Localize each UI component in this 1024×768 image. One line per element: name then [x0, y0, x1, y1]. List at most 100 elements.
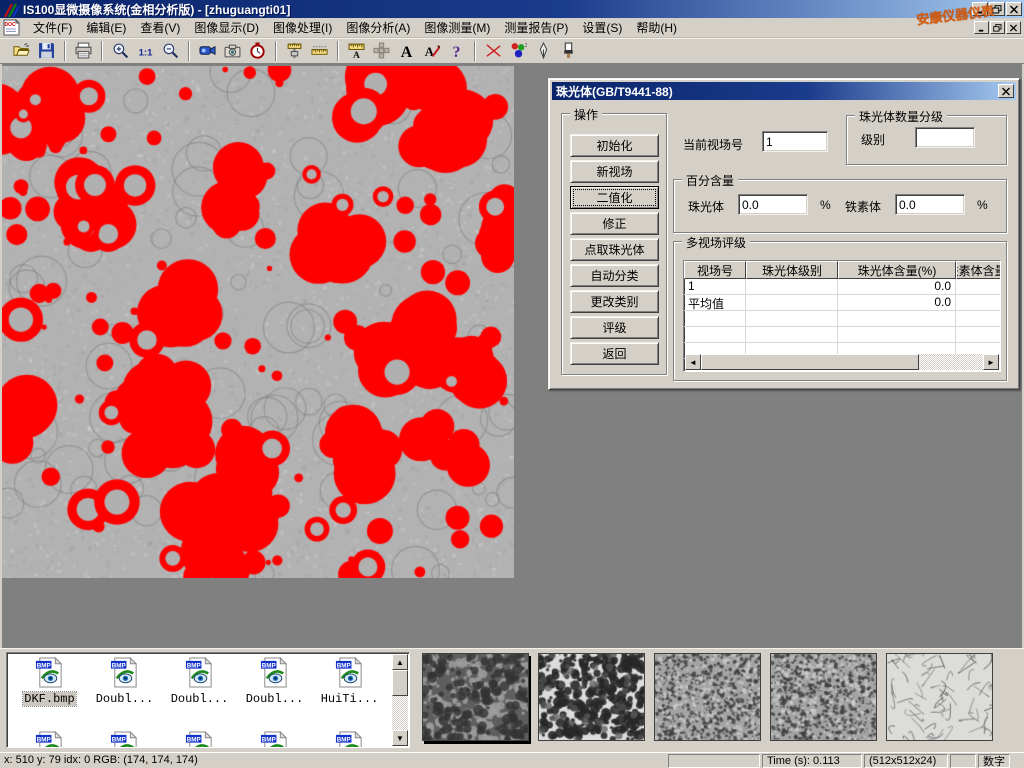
- file-item-5[interactable]: BMPHuiTi...: [313, 657, 386, 706]
- current-field-label: 当前视场号: [683, 136, 743, 153]
- classify-icon[interactable]: 3: [506, 40, 531, 62]
- camera-icon[interactable]: [220, 40, 245, 62]
- save-icon[interactable]: [34, 40, 59, 62]
- toolbar-group-4: [190, 40, 275, 62]
- table-cell: [956, 279, 1001, 294]
- bmp-file-icon: BMP: [34, 677, 65, 691]
- thumbnail-4[interactable]: [770, 653, 877, 741]
- table-horizontal-scrollbar[interactable]: ◄ ►: [685, 354, 999, 370]
- mdi-close-button[interactable]: [1006, 21, 1021, 34]
- mdi-restore-button[interactable]: [990, 21, 1005, 34]
- thumbnail-3[interactable]: [654, 653, 761, 741]
- dialog-close-button[interactable]: [998, 84, 1014, 98]
- caliper-icon[interactable]: [282, 40, 307, 62]
- open-icon[interactable]: [9, 40, 34, 62]
- ruler-icon[interactable]: [307, 40, 332, 62]
- actual-size-icon[interactable]: 1:1: [133, 40, 158, 62]
- file-name: Doubl...: [95, 692, 155, 706]
- ferrite-percent-input[interactable]: [895, 194, 965, 215]
- file-item-row2-5[interactable]: BMP: [313, 731, 386, 748]
- menu-item-9[interactable]: 设置(S): [575, 17, 629, 38]
- metallographic-image[interactable]: [2, 66, 514, 578]
- dialog-title-bar[interactable]: 珠光体(GB/T9441-88): [552, 82, 1016, 100]
- annotate-icon[interactable]: A: [419, 40, 444, 62]
- thumbnail-2[interactable]: [538, 653, 645, 741]
- op-button-8[interactable]: 评级: [570, 316, 659, 339]
- file-item-1[interactable]: BMPDKF.bmp: [13, 657, 86, 706]
- table-header-4[interactable]: 铁素体含量(%): [956, 261, 1001, 279]
- table-cell: [838, 311, 956, 326]
- picker-icon[interactable]: [531, 40, 556, 62]
- zoom-in-icon[interactable]: [108, 40, 133, 62]
- scroll-left-arrow[interactable]: ◄: [685, 354, 701, 370]
- measure-text-icon[interactable]: A: [344, 40, 369, 62]
- menu-item-1[interactable]: 文件(F): [26, 17, 79, 38]
- table-row-3[interactable]: [684, 311, 1000, 327]
- file-name: DKF.bmp: [23, 692, 75, 706]
- file-item-3[interactable]: BMPDoubl...: [163, 657, 236, 706]
- file-item-row2-2[interactable]: BMP: [88, 731, 161, 748]
- help-icon[interactable]: ?: [444, 40, 469, 62]
- scrollbar-thumb[interactable]: [701, 354, 919, 370]
- text-icon[interactable]: A: [394, 40, 419, 62]
- op-button-2[interactable]: 新视场: [570, 160, 659, 183]
- table-header-2[interactable]: 珠光体级别: [746, 261, 838, 279]
- table-cell: [746, 327, 838, 342]
- menu-item-4[interactable]: 图像显示(D): [187, 17, 266, 38]
- op-button-4[interactable]: 修正: [570, 212, 659, 235]
- file-item-row2-3[interactable]: BMP: [163, 731, 236, 748]
- op-button-7[interactable]: 更改类别: [570, 290, 659, 313]
- table-row-4[interactable]: [684, 327, 1000, 343]
- minimize-button[interactable]: [972, 2, 988, 16]
- file-list-scrollbar[interactable]: ▲ ▼: [392, 654, 408, 746]
- table-cell: [746, 311, 838, 326]
- table-header-3[interactable]: 珠光体含量(%): [838, 261, 956, 279]
- menu-item-8[interactable]: 测量报告(P): [497, 17, 575, 38]
- scroll-right-arrow[interactable]: ►: [983, 354, 999, 370]
- file-item-4[interactable]: BMPDoubl...: [238, 657, 311, 706]
- restore-button[interactable]: [989, 2, 1005, 16]
- brush-icon[interactable]: [556, 40, 581, 62]
- menu-item-2[interactable]: 编辑(E): [79, 17, 133, 38]
- table-row-1[interactable]: 10.0: [684, 279, 1000, 295]
- op-button-6[interactable]: 自动分类: [570, 264, 659, 287]
- mdi-minimize-button[interactable]: [974, 21, 989, 34]
- file-item-row2-1[interactable]: BMP: [13, 731, 86, 748]
- file-item-row2-4[interactable]: BMP: [238, 731, 311, 748]
- thumbnail-5[interactable]: [886, 653, 993, 741]
- op-button-9[interactable]: 返回: [570, 342, 659, 365]
- op-button-5[interactable]: 点取珠光体: [570, 238, 659, 261]
- table-header-1[interactable]: 视场号: [684, 261, 746, 279]
- op-button-1[interactable]: 初始化: [570, 134, 659, 157]
- svg-text:?: ?: [453, 44, 461, 59]
- zoom-out-icon[interactable]: [158, 40, 183, 62]
- print-icon[interactable]: [71, 40, 96, 62]
- document-icon: DOC: [3, 19, 20, 36]
- table-cell: 0.0: [838, 295, 956, 310]
- file-item-2[interactable]: BMPDoubl...: [88, 657, 161, 706]
- timer-icon[interactable]: [245, 40, 270, 62]
- menu-item-3[interactable]: 查看(V): [133, 17, 187, 38]
- menu-item-10[interactable]: 帮助(H): [629, 17, 684, 38]
- curve-tool-icon[interactable]: [481, 40, 506, 62]
- file-scrollbar-thumb[interactable]: [392, 670, 408, 696]
- pixel-grid-icon[interactable]: [369, 40, 394, 62]
- rating-group: 多视场评级 视场号珠光体级别珠光体含量(%)铁素体含量(%) 10.0平均值0.…: [673, 241, 1007, 381]
- current-field-input[interactable]: [762, 131, 828, 152]
- menu-item-7[interactable]: 图像测量(M): [417, 17, 497, 38]
- pearlite-percent-input[interactable]: [738, 194, 808, 215]
- close-button[interactable]: [1006, 2, 1022, 16]
- op-button-3[interactable]: 二值化: [570, 186, 659, 209]
- menu-item-5[interactable]: 图像处理(I): [266, 17, 339, 38]
- percent-group-label: 百分含量: [682, 172, 738, 189]
- thumbnail-1[interactable]: [422, 653, 529, 741]
- file-scroll-down-arrow[interactable]: ▼: [392, 730, 408, 746]
- file-scroll-up-arrow[interactable]: ▲: [392, 654, 408, 670]
- file-list: ▲ ▼ BMPDKF.bmpBMPDoubl...BMPDoubl...BMPD…: [6, 652, 410, 748]
- level-input[interactable]: [915, 127, 975, 148]
- video-camera-icon[interactable]: [195, 40, 220, 62]
- status-time: Time (s): 0.113: [762, 754, 862, 768]
- bmp-file-icon: BMP: [184, 677, 215, 691]
- table-row-2[interactable]: 平均值0.0: [684, 295, 1000, 311]
- menu-item-6[interactable]: 图像分析(A): [339, 17, 417, 38]
